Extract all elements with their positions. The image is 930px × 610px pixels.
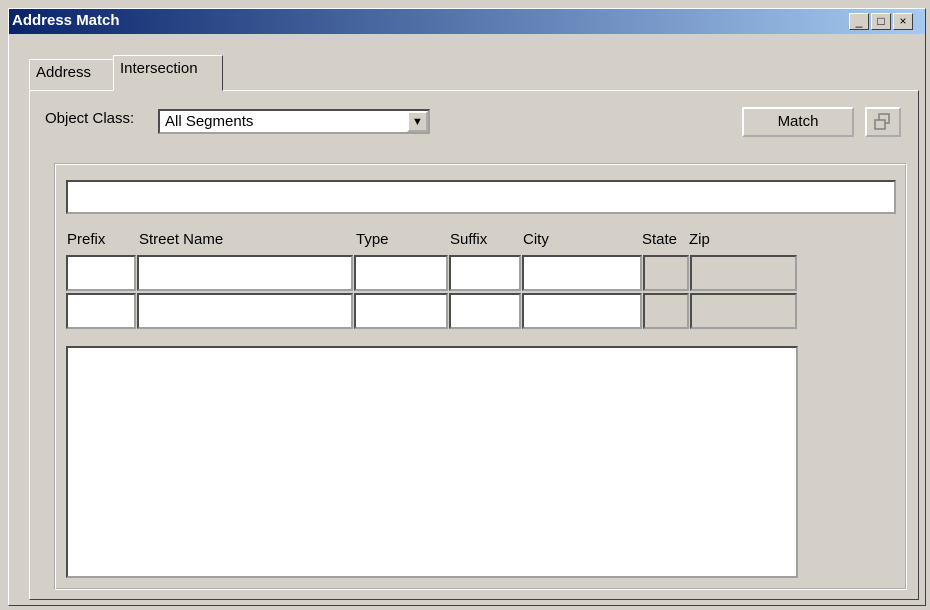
match-button[interactable]: Match: [742, 107, 854, 137]
title-bar[interactable]: Address Match _ □ ×: [9, 9, 925, 34]
row2-street-name-field[interactable]: [137, 293, 353, 329]
intersection-panel: Object Class: All Segments ▼ Match Prefi…: [29, 90, 919, 600]
row2-type-field[interactable]: [354, 293, 448, 329]
row1-suffix-field[interactable]: [449, 255, 521, 291]
row2-suffix-field[interactable]: [449, 293, 521, 329]
header-suffix: Suffix: [450, 231, 488, 248]
results-group: Prefix Street Name Type Suffix City Stat…: [54, 163, 907, 590]
maximize-icon[interactable]: □: [871, 13, 891, 30]
row1-zip-field: [690, 255, 797, 291]
match-button-label: Match: [777, 113, 819, 130]
header-zip: Zip: [689, 231, 710, 248]
tab-intersection-label: Intersection: [120, 60, 198, 77]
window-restore-icon[interactable]: [865, 107, 901, 137]
row2-prefix-field[interactable]: [66, 293, 136, 329]
header-prefix: Prefix: [67, 231, 106, 248]
row1-city-field[interactable]: [522, 255, 642, 291]
object-class-select[interactable]: All Segments ▼: [158, 109, 430, 134]
tab-intersection[interactable]: Intersection: [113, 55, 223, 91]
row1-street-name-field[interactable]: [137, 255, 353, 291]
row1-state-field: [643, 255, 689, 291]
object-class-label: Object Class:: [45, 110, 135, 127]
object-class-value: All Segments: [165, 113, 254, 130]
row2-zip-field: [690, 293, 797, 329]
close-icon[interactable]: ×: [893, 13, 913, 30]
row1-prefix-field[interactable]: [66, 255, 136, 291]
header-type: Type: [356, 231, 389, 248]
tab-address[interactable]: Address: [29, 59, 114, 90]
minimize-icon[interactable]: _: [849, 13, 869, 30]
header-state: State: [642, 231, 678, 248]
tab-address-label: Address: [36, 64, 92, 81]
restore-glyph: [874, 113, 890, 130]
chevron-down-icon[interactable]: ▼: [407, 111, 428, 132]
intersection-input[interactable]: [66, 180, 896, 214]
row2-state-field: [643, 293, 689, 329]
header-street-name: Street Name: [139, 231, 224, 248]
address-match-window: Address Match _ □ × Address Intersection…: [8, 8, 926, 606]
row2-city-field[interactable]: [522, 293, 642, 329]
row1-type-field[interactable]: [354, 255, 448, 291]
results-list[interactable]: [66, 346, 798, 578]
window-title: Address Match: [12, 12, 120, 29]
header-city: City: [523, 231, 549, 248]
